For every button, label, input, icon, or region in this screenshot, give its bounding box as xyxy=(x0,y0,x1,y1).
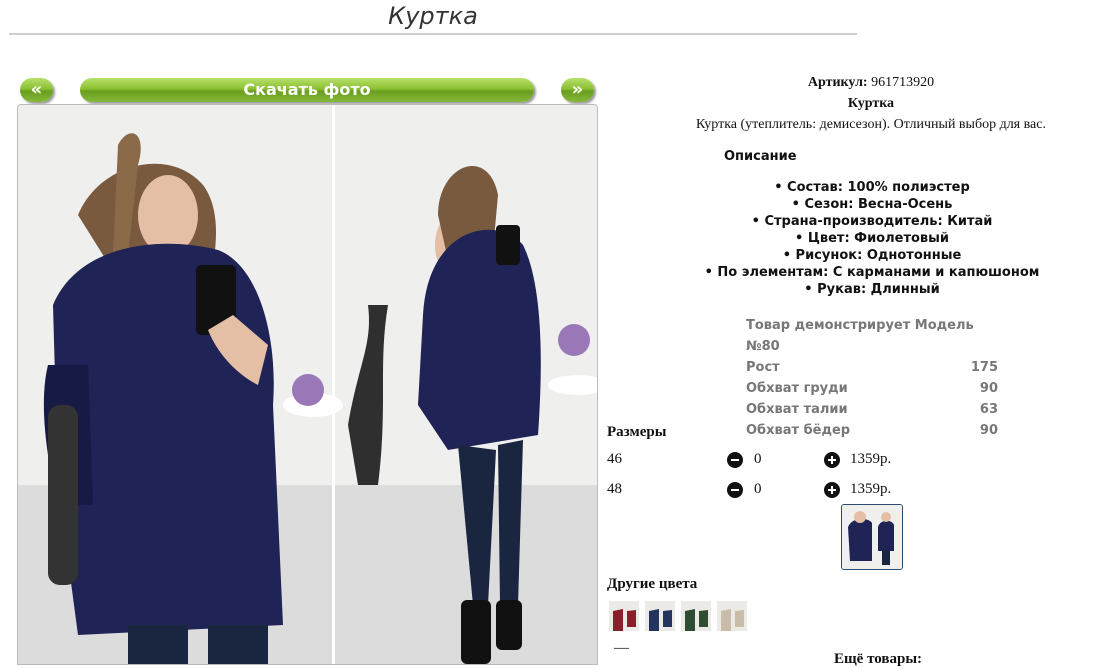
measurement-label: Обхват талии xyxy=(746,402,848,417)
spec-item: • Страна-производитель: Китай xyxy=(751,214,993,229)
minus-icon[interactable] xyxy=(727,452,743,468)
spec-item: • Состав: 100% полиэстер xyxy=(774,180,970,195)
quantity-value: 0 xyxy=(754,451,762,467)
price-value: 1359р. xyxy=(850,481,892,497)
measurement-row: Обхват груди 90 xyxy=(746,378,998,399)
plus-icon[interactable] xyxy=(824,452,840,468)
title-divider xyxy=(9,33,857,35)
model-measurements: Товар демонстрирует Модель №80 Рост 175 О… xyxy=(746,315,998,441)
size-label: 46 xyxy=(607,451,622,467)
quantity-value: 0 xyxy=(754,481,762,497)
measurement-label: Рост xyxy=(746,360,780,375)
measurement-value: 63 xyxy=(979,402,998,417)
measurement-label: Обхват бёдер xyxy=(746,423,851,438)
measurement-value: 90 xyxy=(979,423,998,438)
price-value: 1359р. xyxy=(850,451,892,467)
measurement-label: Обхват груди xyxy=(746,381,848,396)
product-photo[interactable] xyxy=(17,104,598,665)
color-variant-thumbnail[interactable] xyxy=(717,601,747,631)
product-short-description: Куртка (утеплитель: демисезон). Отличный… xyxy=(696,117,1046,132)
minus-icon[interactable] xyxy=(727,482,743,498)
measurement-row: Рост 175 xyxy=(746,357,998,378)
photo-thumbnail[interactable] xyxy=(841,504,903,570)
color-variant-thumbnail[interactable] xyxy=(609,601,639,631)
color-variant-thumbnail[interactable] xyxy=(681,601,711,631)
download-photo-button[interactable]: Скачать фото xyxy=(80,78,534,102)
color-variant-thumbnail[interactable] xyxy=(645,601,675,631)
plus-icon[interactable] xyxy=(824,482,840,498)
spec-item: • Сезон: Весна-Осень xyxy=(791,197,953,212)
measurement-value: 175 xyxy=(970,360,998,375)
spec-item: • По элементам: С карманами и капюшоном xyxy=(704,265,1040,280)
size-label: 48 xyxy=(607,481,622,497)
article-value: 961713920 xyxy=(871,75,935,90)
spec-item: • Рукав: Длинный xyxy=(804,282,940,297)
spec-item: • Цвет: Фиолетовый xyxy=(794,231,950,246)
page-title: Куртка xyxy=(388,2,478,30)
model-heading: Товар демонстрирует Модель №80 xyxy=(746,318,974,354)
spec-item: • Рисунок: Однотонные xyxy=(782,248,962,263)
product-photo-illustration xyxy=(18,105,597,664)
prev-photo-button[interactable]: « xyxy=(20,78,53,102)
article-line: Артикул: 961713920 xyxy=(606,75,1116,91)
separator-dash: — xyxy=(614,640,629,656)
measurement-row: Обхват талии 63 xyxy=(746,399,998,420)
measurement-row: Обхват бёдер 90 xyxy=(746,420,998,441)
measurement-value: 90 xyxy=(979,381,998,396)
more-products-heading: Ещё товары: xyxy=(834,651,923,667)
next-photo-button[interactable]: » xyxy=(561,78,594,102)
spec-list: • Состав: 100% полиэстер • Сезон: Весна-… xyxy=(700,179,1044,298)
other-colors-heading: Другие цвета xyxy=(607,576,698,592)
sizes-heading: Размеры xyxy=(607,424,667,440)
article-label: Артикул: xyxy=(807,75,868,90)
description-heading: Описание xyxy=(724,149,797,164)
product-name: Куртка xyxy=(847,96,895,111)
